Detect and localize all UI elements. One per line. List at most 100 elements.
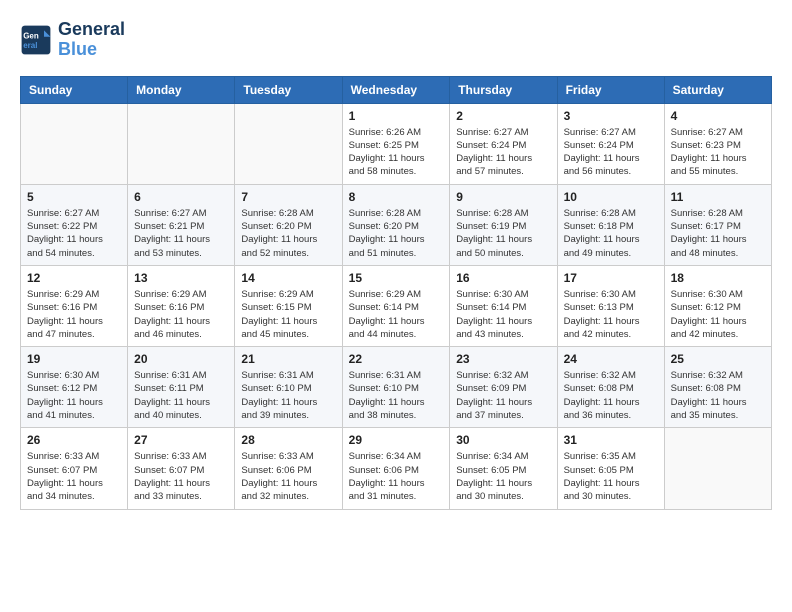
calendar-cell: 3 Sunrise: 6:27 AM Sunset: 6:24 PM Daylig… [557, 103, 664, 184]
calendar-cell: 17Sunrise: 6:30 AM Sunset: 6:13 PM Dayli… [557, 265, 664, 346]
day-info: Sunrise: 6:30 AM Sunset: 6:14 PM Dayligh… [456, 288, 550, 341]
svg-text:Gen: Gen [23, 31, 39, 40]
day-info: Sunrise: 6:28 AM Sunset: 6:18 PM Dayligh… [564, 207, 658, 260]
day-number: 7 [241, 190, 335, 204]
calendar-header-friday: Friday [557, 76, 664, 103]
calendar-cell: 1 Sunrise: 6:26 AM Sunset: 6:25 PM Daylig… [342, 103, 450, 184]
calendar-cell: 14 Sunrise: 6:29 AM Sunset: 6:15 PM Dayli… [235, 265, 342, 346]
day-info: Sunrise: 6:27 AM Sunset: 6:23 PM Dayligh… [671, 126, 765, 179]
day-number: 26 [27, 433, 121, 447]
day-number: 18 [671, 271, 765, 285]
logo-icon: Gen eral [20, 24, 52, 56]
day-number: 16 [456, 271, 550, 285]
calendar-week-4: 26 Sunrise: 6:33 AM Sunset: 6:07 PM Dayli… [21, 428, 772, 509]
day-info: Sunrise: 6:30 AM Sunset: 6:12 PM Dayligh… [671, 288, 765, 341]
day-number: 31 [564, 433, 658, 447]
day-info: Sunrise: 6:28 AM Sunset: 6:19 PM Dayligh… [456, 207, 550, 260]
calendar-week-3: 19 Sunrise: 6:30 AM Sunset: 6:12 PM Dayli… [21, 347, 772, 428]
day-number: 10 [564, 190, 658, 204]
calendar-header-sunday: Sunday [21, 76, 128, 103]
day-number: 25 [671, 352, 765, 366]
day-info: Sunrise: 6:34 AM Sunset: 6:05 PM Dayligh… [456, 450, 550, 503]
day-info: Sunrise: 6:27 AM Sunset: 6:24 PM Dayligh… [564, 126, 658, 179]
day-info: Sunrise: 6:29 AM Sunset: 6:15 PM Dayligh… [241, 288, 335, 341]
day-number: 4 [671, 109, 765, 123]
calendar-cell [128, 103, 235, 184]
calendar-cell: 24 Sunrise: 6:32 AM Sunset: 6:08 PM Dayli… [557, 347, 664, 428]
day-info: Sunrise: 6:27 AM Sunset: 6:22 PM Dayligh… [27, 207, 121, 260]
day-info: Sunrise: 6:29 AM Sunset: 6:14 PM Dayligh… [349, 288, 444, 341]
calendar-cell: 21Sunrise: 6:31 AM Sunset: 6:10 PM Dayli… [235, 347, 342, 428]
day-info: Sunrise: 6:32 AM Sunset: 6:09 PM Dayligh… [456, 369, 550, 422]
calendar-header-thursday: Thursday [450, 76, 557, 103]
day-info: Sunrise: 6:33 AM Sunset: 6:07 PM Dayligh… [134, 450, 228, 503]
calendar-cell: 5 Sunrise: 6:27 AM Sunset: 6:22 PM Daylig… [21, 184, 128, 265]
day-number: 5 [27, 190, 121, 204]
day-number: 1 [349, 109, 444, 123]
calendar-cell: 18 Sunrise: 6:30 AM Sunset: 6:12 PM Dayli… [664, 265, 771, 346]
calendar-cell: 19 Sunrise: 6:30 AM Sunset: 6:12 PM Dayli… [21, 347, 128, 428]
calendar-cell: 13 Sunrise: 6:29 AM Sunset: 6:16 PM Dayli… [128, 265, 235, 346]
day-info: Sunrise: 6:30 AM Sunset: 6:12 PM Dayligh… [27, 369, 121, 422]
day-number: 20 [134, 352, 228, 366]
day-info: Sunrise: 6:28 AM Sunset: 6:20 PM Dayligh… [349, 207, 444, 260]
day-number: 9 [456, 190, 550, 204]
day-info: Sunrise: 6:34 AM Sunset: 6:06 PM Dayligh… [349, 450, 444, 503]
calendar-cell: 28Sunrise: 6:33 AM Sunset: 6:06 PM Dayli… [235, 428, 342, 509]
day-number: 27 [134, 433, 228, 447]
logo: Gen eral General Blue [20, 20, 125, 60]
day-number: 21 [241, 352, 335, 366]
day-number: 30 [456, 433, 550, 447]
day-info: Sunrise: 6:29 AM Sunset: 6:16 PM Dayligh… [27, 288, 121, 341]
calendar-cell: 7 Sunrise: 6:28 AM Sunset: 6:20 PM Daylig… [235, 184, 342, 265]
day-number: 3 [564, 109, 658, 123]
calendar: SundayMondayTuesdayWednesdayThursdayFrid… [20, 76, 772, 510]
day-number: 19 [27, 352, 121, 366]
calendar-header-row: SundayMondayTuesdayWednesdayThursdayFrid… [21, 76, 772, 103]
calendar-cell: 30 Sunrise: 6:34 AM Sunset: 6:05 PM Dayli… [450, 428, 557, 509]
day-info: Sunrise: 6:31 AM Sunset: 6:11 PM Dayligh… [134, 369, 228, 422]
day-info: Sunrise: 6:29 AM Sunset: 6:16 PM Dayligh… [134, 288, 228, 341]
day-info: Sunrise: 6:28 AM Sunset: 6:20 PM Dayligh… [241, 207, 335, 260]
calendar-cell: 10 Sunrise: 6:28 AM Sunset: 6:18 PM Dayli… [557, 184, 664, 265]
day-number: 14 [241, 271, 335, 285]
calendar-cell: 4 Sunrise: 6:27 AM Sunset: 6:23 PM Daylig… [664, 103, 771, 184]
calendar-cell: 31 Sunrise: 6:35 AM Sunset: 6:05 PM Dayli… [557, 428, 664, 509]
day-number: 12 [27, 271, 121, 285]
day-number: 28 [241, 433, 335, 447]
calendar-cell: 8 Sunrise: 6:28 AM Sunset: 6:20 PM Daylig… [342, 184, 450, 265]
calendar-header-tuesday: Tuesday [235, 76, 342, 103]
calendar-cell [664, 428, 771, 509]
calendar-cell: 26Sunrise: 6:33 AM Sunset: 6:07 PM Dayli… [21, 428, 128, 509]
day-info: Sunrise: 6:26 AM Sunset: 6:25 PM Dayligh… [349, 126, 444, 179]
day-number: 23 [456, 352, 550, 366]
calendar-cell: 15 Sunrise: 6:29 AM Sunset: 6:14 PM Dayli… [342, 265, 450, 346]
day-number: 6 [134, 190, 228, 204]
day-number: 13 [134, 271, 228, 285]
calendar-cell: 20 Sunrise: 6:31 AM Sunset: 6:11 PM Dayli… [128, 347, 235, 428]
day-info: Sunrise: 6:35 AM Sunset: 6:05 PM Dayligh… [564, 450, 658, 503]
svg-text:eral: eral [23, 41, 37, 50]
calendar-cell: 12 Sunrise: 6:29 AM Sunset: 6:16 PM Dayli… [21, 265, 128, 346]
day-number: 24 [564, 352, 658, 366]
day-number: 29 [349, 433, 444, 447]
calendar-header-saturday: Saturday [664, 76, 771, 103]
calendar-cell: 11 Sunrise: 6:28 AM Sunset: 6:17 PM Dayli… [664, 184, 771, 265]
day-number: 11 [671, 190, 765, 204]
calendar-cell: 9 Sunrise: 6:28 AM Sunset: 6:19 PM Daylig… [450, 184, 557, 265]
calendar-cell: 16 Sunrise: 6:30 AM Sunset: 6:14 PM Dayli… [450, 265, 557, 346]
calendar-week-2: 12 Sunrise: 6:29 AM Sunset: 6:16 PM Dayli… [21, 265, 772, 346]
day-number: 22 [349, 352, 444, 366]
calendar-cell: 6 Sunrise: 6:27 AM Sunset: 6:21 PM Daylig… [128, 184, 235, 265]
day-info: Sunrise: 6:27 AM Sunset: 6:21 PM Dayligh… [134, 207, 228, 260]
calendar-header-monday: Monday [128, 76, 235, 103]
logo-text: General Blue [58, 20, 125, 60]
calendar-cell: 29 Sunrise: 6:34 AM Sunset: 6:06 PM Dayli… [342, 428, 450, 509]
day-number: 15 [349, 271, 444, 285]
day-number: 8 [349, 190, 444, 204]
calendar-cell: 22Sunrise: 6:31 AM Sunset: 6:10 PM Dayli… [342, 347, 450, 428]
day-info: Sunrise: 6:28 AM Sunset: 6:17 PM Dayligh… [671, 207, 765, 260]
day-info: Sunrise: 6:32 AM Sunset: 6:08 PM Dayligh… [564, 369, 658, 422]
calendar-cell: 25Sunrise: 6:32 AM Sunset: 6:08 PM Dayli… [664, 347, 771, 428]
calendar-cell [235, 103, 342, 184]
